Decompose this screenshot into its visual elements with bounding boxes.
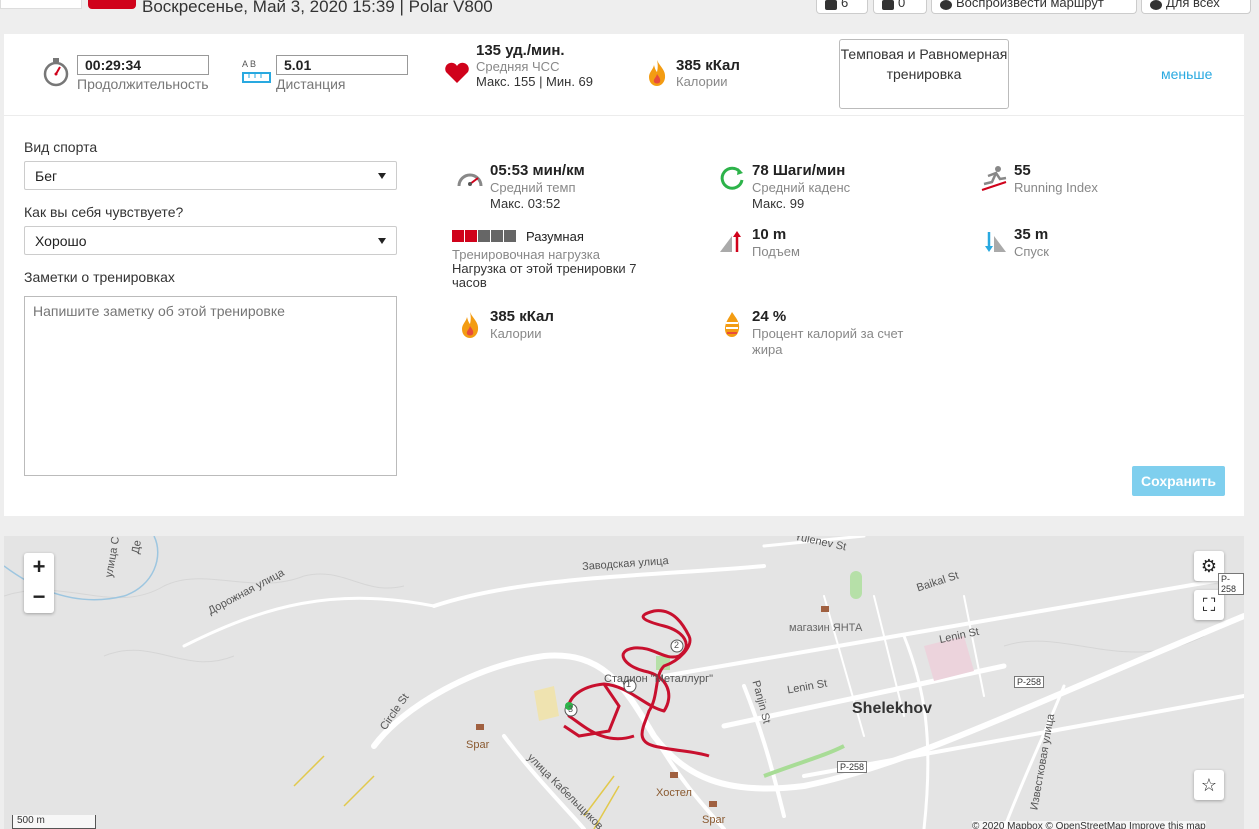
duration-label: Продолжительность [77, 76, 209, 92]
load-bar [491, 230, 503, 242]
load-bar [465, 230, 477, 242]
cadence-value: 78 Шаги/мин [752, 162, 846, 179]
route-map[interactable]: + − ⚙ ⛶ ☆ Заводская улица Дорожная улица… [4, 536, 1244, 829]
load-level-label: Разумная [526, 229, 584, 244]
zoom-in-button[interactable]: + [24, 553, 54, 583]
notes-label: Заметки о тренировках [24, 269, 175, 285]
ascent-icon [720, 231, 741, 252]
road-badge: P-258 [1218, 573, 1244, 595]
road-badge: P-258 [1014, 676, 1045, 688]
load-bar [478, 230, 490, 242]
load-title: Тренировочная нагрузка [452, 247, 601, 262]
fat-value: 24 % [752, 308, 787, 325]
flame-icon [462, 312, 479, 338]
training-panel: 00:29:34 Продолжительность A B 5.01 Дист… [4, 34, 1244, 516]
cadence-icon [720, 166, 744, 190]
like-button[interactable]: 6 [816, 0, 868, 14]
zoom-out-button[interactable]: − [24, 583, 54, 613]
calories-value: 385 кКал [490, 308, 554, 325]
calories-summary-label: Калории [676, 74, 728, 89]
poi-label: магазин ЯНТА [789, 622, 863, 634]
fullscreen-icon: ⛶ [1202, 595, 1216, 615]
route-marker-2[interactable]: 2 [674, 640, 679, 650]
running-index-label: Running Index [1014, 180, 1098, 195]
ascent-value: 10 m [752, 226, 787, 243]
zoom-controls: + − [24, 553, 54, 613]
thumbs-up-icon [825, 0, 837, 10]
load-description: Нагрузка от этой тренировки 7 часов [452, 261, 637, 290]
fat-burn-icon [725, 312, 740, 337]
load-bar [452, 230, 464, 242]
comment-button[interactable]: 0 [873, 0, 927, 14]
route-marker-1[interactable]: 1 [626, 679, 631, 689]
pace-max: Макс. 03:52 [490, 196, 561, 211]
favorite-button[interactable]: ☆ [1194, 770, 1224, 800]
pace-label: Средний темп [490, 180, 576, 195]
replay-route-button[interactable]: Воспроизвести маршрут [931, 0, 1137, 14]
speedometer-icon [457, 173, 483, 187]
notes-textarea[interactable] [24, 296, 397, 476]
descent-value: 35 m [1014, 226, 1049, 243]
poi-label: Стадион "Металлург" [604, 673, 714, 685]
road-badge: P-258 [837, 761, 868, 773]
descent-label: Спуск [1014, 244, 1049, 259]
cadence-label: Средний каденс [752, 180, 851, 195]
ascent-label: Подъем [752, 244, 800, 259]
star-icon: ☆ [1200, 775, 1218, 795]
stopwatch-icon [43, 58, 69, 87]
duration-field[interactable]: 00:29:34 [77, 55, 209, 75]
street-label: Де [129, 539, 144, 555]
sport-label: Вид спорта [24, 139, 98, 155]
distance-ab: A B [242, 59, 257, 69]
map-scale: 500 m [12, 815, 96, 829]
calories-label: Калории [490, 326, 542, 341]
hr-minmax: Макс. 155 | Мин. 69 [476, 74, 594, 89]
training-load-bars [452, 229, 517, 247]
calories-summary-value: 385 кКал [676, 57, 740, 74]
back-button[interactable] [0, 0, 82, 9]
cadence-max: Макс. 99 [752, 196, 805, 211]
hr-value: 135 уд./мин. [476, 42, 565, 59]
poi-label: Хостел [656, 787, 692, 799]
top-bar: Воскресенье, Май 3, 2020 15:39 | Polar V… [0, 0, 1259, 24]
map-attribution[interactable]: © 2020 Mapbox © OpenStreetMap Improve th… [972, 821, 1206, 829]
sport-icon [88, 0, 136, 9]
play-icon [940, 0, 952, 10]
feeling-label: Как вы себя чувствуете? [24, 204, 184, 220]
pace-value: 05:53 мин/км [490, 162, 585, 179]
chevron-down-icon [378, 173, 386, 179]
training-type-button[interactable]: Темповая и Равномерная тренировка [839, 39, 1009, 109]
city-label: Shelekhov [852, 700, 933, 717]
feeling-select[interactable]: Хорошо [24, 226, 397, 255]
poi-label: Spar [702, 814, 726, 826]
descent-icon [985, 232, 1006, 252]
runner-icon [981, 166, 1007, 191]
chevron-down-icon [378, 238, 386, 244]
less-link[interactable]: меньше [1161, 66, 1212, 82]
load-bar [504, 230, 516, 242]
heart-icon [445, 62, 469, 83]
visibility-button[interactable]: Для всех [1141, 0, 1251, 14]
gear-icon: ⚙ [1200, 556, 1218, 576]
poi-label: Spar [466, 739, 490, 751]
distance-field[interactable]: 5.01 [276, 55, 408, 75]
summary-row: 00:29:34 Продолжительность A B 5.01 Дист… [4, 34, 1244, 116]
fat-label: Процент калорий за счет жира [752, 326, 904, 357]
distance-label: Дистанция [276, 76, 346, 92]
running-index-value: 55 [1014, 162, 1031, 179]
save-button[interactable]: Сохранить [1132, 466, 1225, 496]
eye-icon [1150, 0, 1162, 10]
sport-select[interactable]: Бег [24, 161, 397, 190]
session-date: Воскресенье, Май 3, 2020 15:39 | Polar V… [142, 0, 493, 16]
hr-label: Средняя ЧСС [476, 59, 560, 74]
route-marker-3[interactable]: 3 [568, 704, 573, 714]
ruler-icon [242, 72, 271, 83]
flame-icon [649, 60, 666, 86]
comment-icon [882, 0, 894, 10]
